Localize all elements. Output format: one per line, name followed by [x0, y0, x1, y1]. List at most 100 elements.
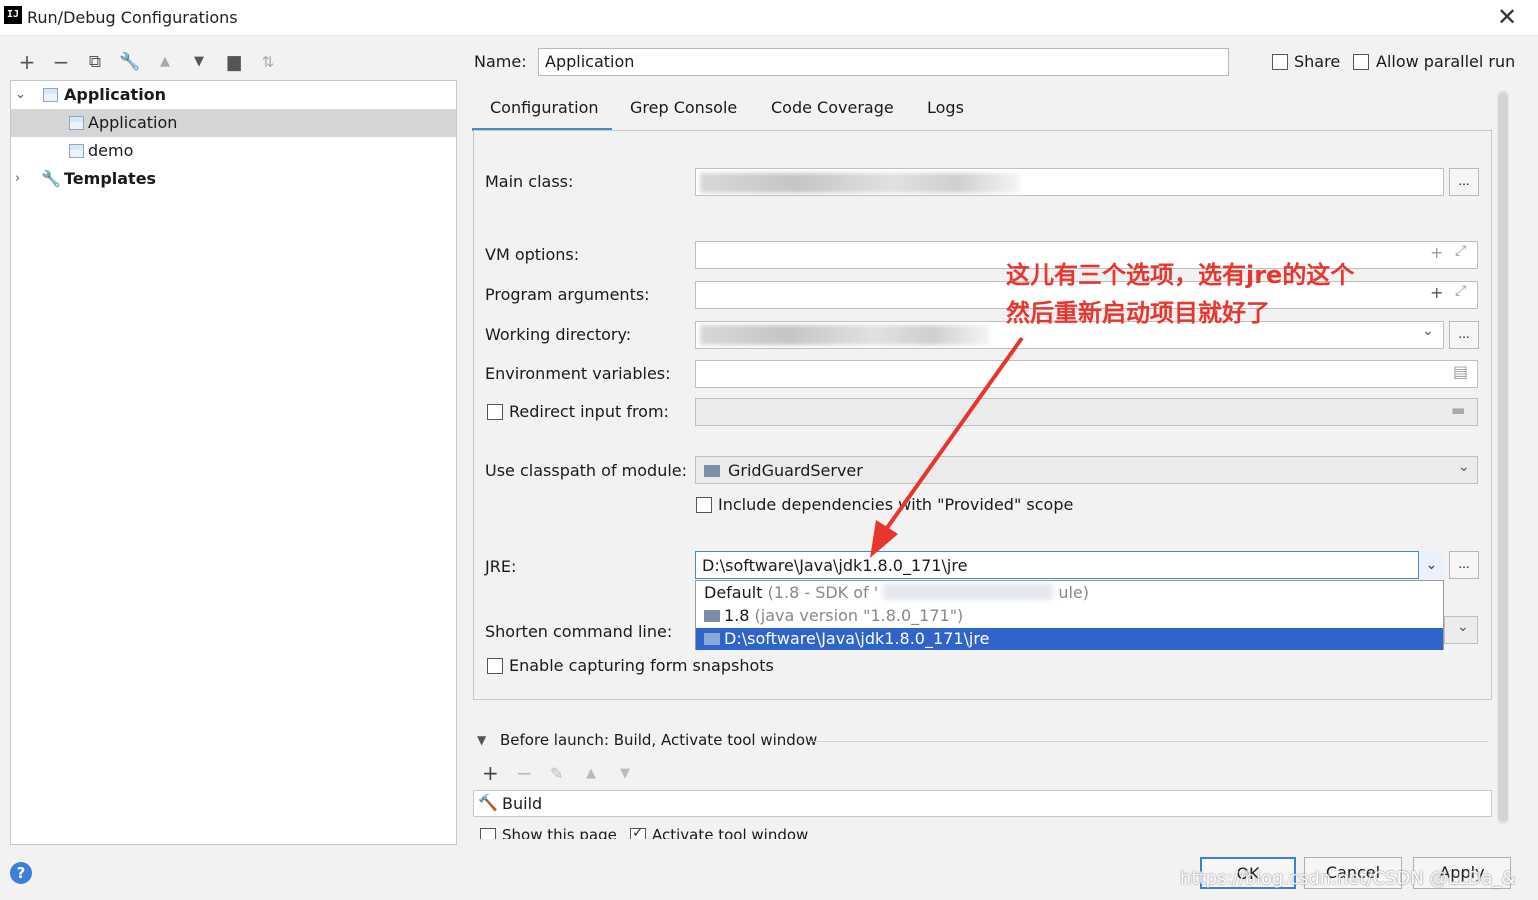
share-checkbox[interactable]: [1272, 54, 1288, 70]
expand-icon[interactable]: ⤢: [1455, 243, 1466, 259]
show-this-page-label: Show this page: [502, 826, 617, 839]
activate-tool-window-checkbox[interactable]: [630, 825, 646, 839]
jre-field[interactable]: D:\software\Java\jdk1.8.0_171\jre ⌄: [695, 551, 1444, 579]
sort-icon[interactable]: ⇅: [257, 50, 279, 74]
add-icon[interactable]: +: [1430, 243, 1443, 262]
tree-item-templates[interactable]: › 🔧 Templates: [11, 165, 456, 193]
tree-item-application-group[interactable]: ⌄ Application: [11, 81, 456, 109]
remove-icon[interactable]: −: [50, 50, 72, 74]
jre-option-main: Default: [704, 583, 763, 602]
tree-item-demo[interactable]: demo: [11, 137, 456, 165]
browse-main-class-button[interactable]: ...: [1449, 168, 1479, 196]
red-annotation: 这儿有三个选项，选有jre的这个 然后重新启动项目就好了: [1006, 256, 1354, 332]
tree-item-application[interactable]: Application: [11, 109, 456, 137]
chevron-down-icon: ⌄: [1457, 619, 1469, 635]
edit-icon[interactable]: ✎: [550, 764, 563, 783]
tree-item-label: Application: [64, 85, 167, 104]
jre-option-detail: (java version "1.8.0_171"): [754, 606, 964, 625]
jre-option-1-8[interactable]: 1.8 (java version "1.8.0_171"): [696, 605, 1443, 627]
before-launch-list: 🔨 Build: [473, 790, 1492, 817]
move-up-icon[interactable]: ▲: [154, 50, 176, 74]
move-down-icon[interactable]: ▼: [620, 766, 630, 781]
allow-parallel-label: Allow parallel run: [1376, 52, 1516, 71]
annotation-line-1: 这儿有三个选项，选有jre的这个: [1006, 261, 1355, 289]
before-launch-task[interactable]: Build: [502, 794, 542, 813]
jre-option-jre-path[interactable]: D:\software\Java\jdk1.8.0_171\jre: [696, 628, 1443, 650]
tab-bar: Configuration Grep Console Code Coverage…: [472, 90, 1492, 130]
help-button[interactable]: ?: [10, 862, 32, 884]
application-icon: [69, 116, 84, 130]
add-icon[interactable]: +: [482, 761, 499, 785]
document-icon[interactable]: ▤: [1453, 362, 1468, 381]
redirect-input-checkbox[interactable]: [487, 404, 503, 420]
application-icon: [43, 88, 58, 102]
folder-icon: ▬: [1451, 401, 1466, 419]
redacted-text: [883, 584, 1054, 600]
move-down-icon[interactable]: ▼: [188, 50, 210, 74]
scrollbar-thumb[interactable]: [1498, 92, 1508, 822]
classpath-module-select[interactable]: GridGuardServer ⌄: [695, 456, 1478, 484]
expand-icon[interactable]: ⤢: [1455, 283, 1466, 299]
jre-label: JRE:: [485, 557, 517, 576]
name-field[interactable]: Application: [538, 48, 1229, 76]
application-icon: [69, 144, 84, 158]
redirect-input-label: Redirect input from:: [509, 402, 669, 421]
jre-option-default[interactable]: Default (1.8 - SDK of ' ule): [696, 582, 1443, 604]
browse-jre-button[interactable]: ...: [1449, 551, 1479, 579]
divider: [808, 741, 1488, 742]
tree-item-label: Application: [88, 113, 178, 132]
tree-item-label: demo: [88, 141, 134, 160]
wrench-icon[interactable]: 🔧: [119, 50, 141, 74]
program-arguments-label: Program arguments:: [485, 285, 650, 304]
name-label: Name:: [474, 52, 527, 71]
watermark: https://blog.csdn.net/CSDN @LLDa_&: [1180, 868, 1516, 889]
before-launch-options: Show this page Activate tool window: [478, 825, 878, 839]
jre-dropdown-list: Default (1.8 - SDK of ' ule) 1.8 (java v…: [695, 580, 1444, 650]
add-icon[interactable]: +: [16, 50, 38, 74]
main-class-label: Main class:: [485, 172, 574, 191]
chevron-down-icon: ⌄: [1458, 459, 1470, 475]
chevron-right-icon[interactable]: ›: [15, 165, 20, 193]
jre-option-main: 1.8: [724, 606, 750, 625]
environment-variables-field[interactable]: [695, 360, 1478, 388]
add-icon[interactable]: +: [1430, 283, 1443, 302]
before-launch-header: Before launch: Build, Activate tool wind…: [500, 731, 818, 749]
jdk-folder-icon: [704, 633, 720, 645]
enable-snapshots-label: Enable capturing form snapshots: [509, 656, 774, 675]
jre-option-tail: ule): [1058, 583, 1090, 602]
vm-options-label: VM options:: [485, 245, 580, 264]
hammer-icon: 🔨: [478, 793, 498, 812]
chevron-down-icon[interactable]: ⌄: [1422, 323, 1434, 339]
shorten-command-line-select[interactable]: ⌄: [1444, 616, 1478, 644]
shorten-command-line-label: Shorten command line:: [485, 622, 673, 641]
close-window-icon[interactable]: ✕: [1494, 3, 1520, 31]
environment-variables-label: Environment variables:: [485, 364, 671, 383]
show-this-page-checkbox[interactable]: [480, 828, 496, 839]
jre-option-detail: (1.8 - SDK of ': [767, 583, 879, 602]
tab-grep-console[interactable]: Grep Console: [630, 98, 737, 117]
annotation-line-2: 然后重新启动项目就好了: [1006, 299, 1270, 327]
jre-option-main: D:\software\Java\jdk1.8.0_171\jre: [724, 629, 990, 648]
collapse-triangle-icon[interactable]: ▼: [477, 733, 486, 747]
enable-snapshots-checkbox[interactable]: [487, 658, 503, 674]
working-directory-label: Working directory:: [485, 325, 632, 344]
allow-parallel-checkbox[interactable]: [1353, 54, 1369, 70]
intellij-app-icon: IJ: [4, 6, 22, 24]
chevron-down-icon[interactable]: ⌄: [1418, 551, 1444, 579]
redirect-input-field: [695, 398, 1478, 426]
jdk-folder-icon: [704, 610, 720, 622]
folder-add-icon[interactable]: ▆: [223, 50, 245, 74]
browse-working-directory-button[interactable]: ...: [1449, 321, 1479, 349]
tab-code-coverage[interactable]: Code Coverage: [771, 98, 894, 117]
tab-logs[interactable]: Logs: [927, 98, 964, 117]
window-title: Run/Debug Configurations: [27, 8, 238, 27]
annotation-arrow: [870, 336, 1024, 558]
remove-icon[interactable]: −: [516, 761, 533, 785]
copy-icon[interactable]: ⧉: [84, 50, 106, 74]
move-up-icon[interactable]: ▲: [586, 766, 596, 781]
tab-configuration[interactable]: Configuration: [490, 98, 599, 117]
chevron-down-icon[interactable]: ⌄: [15, 81, 26, 109]
classpath-module-label: Use classpath of module:: [485, 461, 688, 480]
include-dependencies-checkbox[interactable]: [696, 497, 712, 513]
wrench-icon: 🔧: [41, 169, 61, 188]
